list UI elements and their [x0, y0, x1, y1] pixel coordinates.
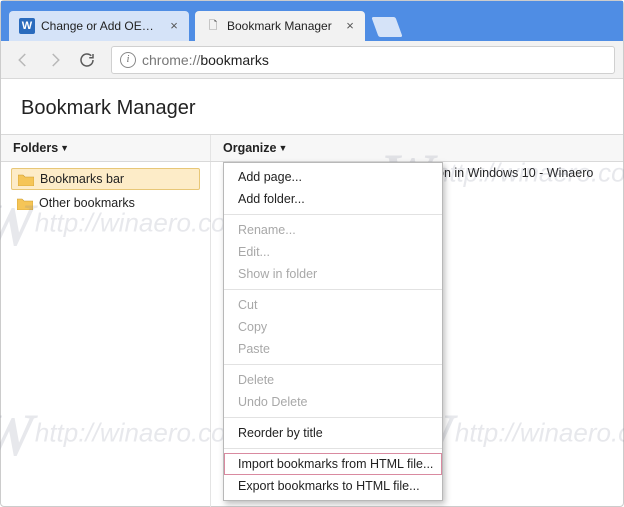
tab-strip: W Change or Add OEM Sup × 🗋 Bookmark Man…	[1, 1, 623, 41]
caret-down-icon: ▼	[60, 143, 69, 153]
site-info-icon[interactable]: i	[120, 52, 136, 68]
browser-toolbar: i chrome://bookmarks	[1, 41, 623, 79]
caret-down-icon: ▼	[279, 143, 288, 153]
new-tab-button[interactable]	[371, 17, 402, 37]
folder-bookmarks-bar[interactable]: Bookmarks bar	[11, 168, 200, 190]
menu-show-in-folder: Show in folder	[224, 263, 442, 285]
tab-title: Bookmark Manager	[227, 19, 337, 33]
menu-separator	[224, 214, 442, 215]
arrow-left-icon	[14, 51, 32, 69]
menu-cut: Cut	[224, 294, 442, 316]
menu-copy: Copy	[224, 316, 442, 338]
url-protocol: chrome://	[142, 52, 200, 68]
menu-separator	[224, 364, 442, 365]
menu-paste: Paste	[224, 338, 442, 360]
organize-dropdown-menu: Add page... Add folder... Rename... Edit…	[223, 162, 443, 501]
menu-import-bookmarks[interactable]: Import bookmarks from HTML file...	[224, 453, 442, 475]
menu-separator	[224, 448, 442, 449]
menu-reorder-by-title[interactable]: Reorder by title	[224, 422, 442, 444]
menu-export-bookmarks[interactable]: Export bookmarks to HTML file...	[224, 475, 442, 497]
url-path: bookmarks	[200, 52, 268, 68]
folder-label: Bookmarks bar	[40, 172, 124, 186]
folders-sidebar: Bookmarks bar Other bookmarks	[1, 162, 211, 507]
reload-icon	[78, 51, 96, 69]
favicon-generic-icon: 🗋	[205, 18, 221, 34]
menu-edit: Edit...	[224, 241, 442, 263]
folders-label: Folders	[13, 141, 58, 155]
page-title: Bookmark Manager	[21, 97, 603, 120]
menu-separator	[224, 289, 442, 290]
menu-rename: Rename...	[224, 219, 442, 241]
close-icon[interactable]: ×	[343, 19, 357, 33]
menu-separator	[224, 417, 442, 418]
content-area: Bookmarks bar Other bookmarks on in Wind…	[1, 162, 623, 507]
organize-column-header[interactable]: Organize▼	[211, 135, 623, 161]
bookmark-item-partial[interactable]: on in Windows 10 - Winaero	[437, 166, 593, 180]
forward-button[interactable]	[41, 46, 69, 74]
menu-add-folder[interactable]: Add folder...	[224, 188, 442, 210]
organize-label: Organize	[223, 141, 277, 155]
address-bar[interactable]: i chrome://bookmarks	[111, 46, 615, 74]
browser-tab-1[interactable]: 🗋 Bookmark Manager ×	[195, 11, 365, 41]
reload-button[interactable]	[73, 46, 101, 74]
arrow-right-icon	[46, 51, 64, 69]
column-headers: Folders▼ Organize▼	[1, 135, 623, 162]
folder-icon	[18, 173, 34, 186]
tab-title: Change or Add OEM Sup	[41, 19, 161, 33]
page-header: Bookmark Manager	[1, 79, 623, 135]
menu-undo-delete: Undo Delete	[224, 391, 442, 413]
folders-column-header[interactable]: Folders▼	[1, 135, 211, 161]
folder-icon	[17, 197, 33, 210]
menu-delete: Delete	[224, 369, 442, 391]
browser-tab-0[interactable]: W Change or Add OEM Sup ×	[9, 11, 189, 41]
favicon-w-icon: W	[19, 18, 35, 34]
back-button[interactable]	[9, 46, 37, 74]
menu-add-page[interactable]: Add page...	[224, 166, 442, 188]
folder-other-bookmarks[interactable]: Other bookmarks	[11, 192, 200, 214]
close-icon[interactable]: ×	[167, 19, 181, 33]
folder-label: Other bookmarks	[39, 196, 135, 210]
